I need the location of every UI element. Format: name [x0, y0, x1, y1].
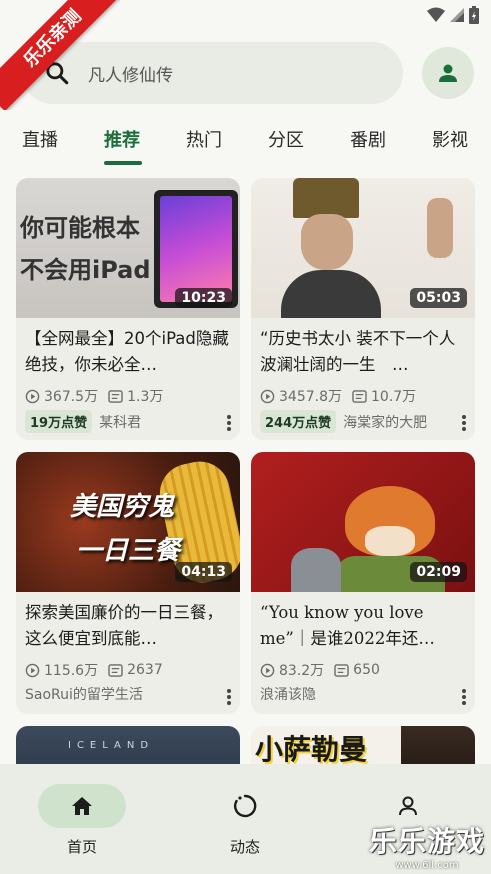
video-duration: 02:09: [410, 562, 467, 582]
view-count: 3457.8万: [279, 389, 342, 405]
category-tabs: 直播 推荐 热门 分区 番剧 影视: [0, 118, 491, 168]
nav-dynamics[interactable]: 动态: [195, 784, 295, 857]
view-count: 83.2万: [279, 663, 325, 679]
more-options-icon[interactable]: [226, 688, 232, 706]
view-count: 115.6万: [44, 663, 99, 679]
video-stats: 83.2万 650: [260, 660, 380, 680]
more-options-icon[interactable]: [461, 414, 467, 432]
watermark-logo-url: www.6ll.com: [395, 860, 459, 871]
video-meta: 浪涌该隐: [260, 684, 316, 704]
video-stats: 367.5万 1.3万: [25, 386, 163, 406]
nav-dynamics-pill: [201, 784, 289, 828]
danmaku-count: 10.7万: [371, 389, 417, 405]
video-thumbnail[interactable]: 05:03: [251, 178, 475, 318]
video-meta: 244万点赞 海棠家的大肥: [260, 410, 427, 433]
video-card[interactable]: 05:03 “历史书太小 装不下一个人波澜壮阔的一生 … 3457.8万 10.…: [251, 178, 475, 440]
likes-badge: 19万点赞: [25, 410, 93, 433]
nav-home-pill: [38, 784, 126, 828]
play-count-icon: [260, 389, 275, 403]
danmaku-icon: [352, 389, 367, 403]
tab-anime[interactable]: 番剧: [350, 126, 386, 152]
video-stats: 3457.8万 10.7万: [260, 386, 416, 406]
battery-icon: [469, 6, 479, 24]
hand-image: [427, 198, 453, 258]
tab-recommended[interactable]: 推荐: [104, 126, 140, 152]
danmaku-count: 2637: [127, 662, 163, 678]
watermark-ribbon-text: 乐乐亲测: [0, 0, 120, 110]
thumbnail-caption: ICELAND: [68, 740, 155, 751]
watermark-logo: 乐乐游戏 www.6ll.com: [369, 820, 485, 871]
video-thumbnail[interactable]: 美国穷鬼 一日三餐 04:13: [16, 452, 240, 592]
tab-hot[interactable]: 热门: [186, 126, 222, 152]
more-options-icon[interactable]: [461, 688, 467, 706]
danmaku-icon: [108, 389, 123, 403]
signal-icon: [450, 8, 464, 22]
nav-home[interactable]: 首页: [32, 784, 132, 857]
danmaku-icon: [108, 663, 123, 677]
nav-home-label: 首页: [66, 838, 97, 856]
nav-dynamics-label: 动态: [229, 838, 260, 856]
thumbnail-caption: 小萨勒曼: [255, 733, 368, 766]
video-card[interactable]: 你可能根本 不会用iPad 10:23 【全网最全】20个iPad隐藏绝技，你未…: [16, 178, 240, 440]
thumbnail-caption: 一日三餐: [76, 536, 181, 566]
play-count-icon: [260, 663, 275, 677]
tab-live[interactable]: 直播: [22, 126, 58, 152]
video-duration: 04:13: [175, 562, 232, 582]
video-title: “历史书太小 装不下一个人波澜壮阔的一生 …: [260, 329, 456, 374]
thumbnail-caption: 你可能根本: [20, 214, 140, 242]
thumbnail-caption: 不会用iPad: [20, 256, 151, 284]
tab-sections[interactable]: 分区: [268, 126, 304, 152]
video-meta: SaoRui的留学生活: [25, 684, 143, 704]
danmaku-icon: [334, 663, 349, 677]
play-count-icon: [25, 389, 40, 403]
author-name[interactable]: 某科君: [99, 412, 141, 432]
author-name[interactable]: 海棠家的大肥: [343, 412, 427, 432]
video-card[interactable]: 美国穷鬼 一日三餐 04:13 探索美国廉价的一日三餐，这么便宜到底能… 115…: [16, 452, 240, 714]
tab-movies[interactable]: 影视: [432, 126, 468, 152]
danmaku-count: 1.3万: [127, 389, 164, 405]
person-icon: [399, 796, 417, 816]
home-icon: [72, 797, 92, 815]
person-icon: [439, 64, 457, 82]
danmaku-count: 650: [353, 662, 380, 678]
rabbit-image: [291, 548, 341, 592]
video-title: “You know you love me”｜是谁2022年还…: [260, 603, 435, 648]
wifi-icon: [427, 7, 445, 22]
video-meta: 19万点赞 某科君: [25, 410, 141, 433]
more-options-icon[interactable]: [226, 414, 232, 432]
watermark-ribbon: 乐乐亲测: [0, 0, 120, 110]
thumbnail-caption: 美国穷鬼: [70, 492, 175, 522]
video-stats: 115.6万 2637: [25, 660, 163, 680]
video-card[interactable]: 02:09 “You know you love me”｜是谁2022年还… 8…: [251, 452, 475, 714]
video-title: 【全网最全】20个iPad隐藏绝技，你未必全…: [25, 329, 229, 374]
play-count-icon: [25, 663, 40, 677]
tab-indicator: [104, 161, 142, 165]
author-name[interactable]: SaoRui的留学生活: [25, 684, 143, 704]
figure-image: [281, 178, 381, 318]
video-thumbnail[interactable]: 02:09: [251, 452, 475, 592]
author-name[interactable]: 浪涌该隐: [260, 684, 316, 704]
account-button[interactable]: [422, 47, 474, 99]
video-duration: 05:03: [410, 288, 467, 308]
video-title: 探索美国廉价的一日三餐，这么便宜到底能…: [25, 603, 223, 648]
likes-badge: 244万点赞: [260, 410, 337, 433]
refresh-icon: [233, 794, 257, 818]
view-count: 367.5万: [44, 389, 99, 405]
watermark-logo-text: 乐乐游戏: [368, 825, 485, 858]
video-duration: 10:23: [175, 288, 232, 308]
video-thumbnail[interactable]: 你可能根本 不会用iPad 10:23: [16, 178, 240, 318]
